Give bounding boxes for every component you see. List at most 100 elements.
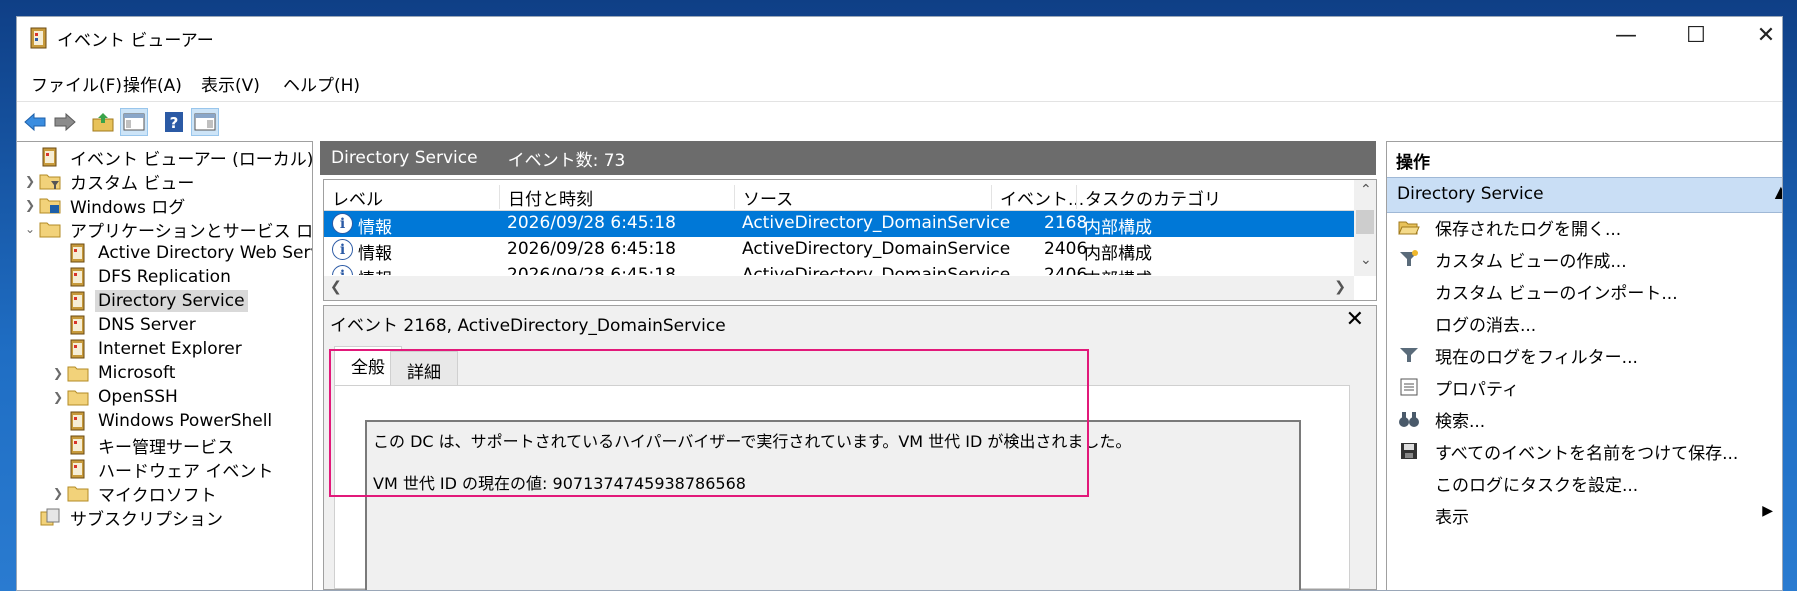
event-viewer-icon xyxy=(39,146,61,168)
tree-item-adws[interactable]: Active Directory Web Services xyxy=(49,240,312,266)
tree-item-windows-logs[interactable]: ❯ Windows ログ xyxy=(21,192,188,218)
folder-up-icon[interactable] xyxy=(89,108,117,136)
action-view-submenu[interactable]: 表示 ▶ xyxy=(1387,499,1782,531)
cell-category: 内部構成 xyxy=(1084,265,1152,275)
description-line: この DC は、サポートされているハイパーバイザーで実行されています。VM 世代… xyxy=(373,432,1132,451)
event-detail-pane: イベント 2168, ActiveDirectory_DomainService… xyxy=(323,305,1377,590)
help-icon[interactable]: ? xyxy=(160,108,188,136)
table-row[interactable]: i 情報 2026/09/28 6:45:18 ActiveDirectory_… xyxy=(324,211,1354,238)
tree-item-subscriptions[interactable]: サブスクリプション xyxy=(21,504,226,530)
column-source[interactable]: ソース xyxy=(734,185,793,210)
column-event-id[interactable]: イベント... xyxy=(991,185,1084,210)
tab-label: 詳細 xyxy=(407,363,441,383)
action-filter-current-log[interactable]: 現在のログをフィルター... xyxy=(1387,339,1782,371)
scroll-thumb[interactable] xyxy=(1356,210,1374,234)
action-save-all-events[interactable]: すべてのイベントを名前をつけて保存... xyxy=(1387,435,1782,467)
tree-item-openssh[interactable]: ❯ OpenSSH xyxy=(49,384,181,410)
tree-label: カスタム ビュー xyxy=(70,173,195,194)
column-datetime[interactable]: 日付と時刻 xyxy=(499,185,593,210)
expand-arrow-icon[interactable]: ❯ xyxy=(21,174,39,188)
action-find[interactable]: 検索... xyxy=(1387,403,1782,435)
cell-level: 情報 xyxy=(358,244,392,264)
expand-arrow-icon[interactable]: ❯ xyxy=(49,366,67,380)
tree-item-microsoft-jp[interactable]: ❯ マイクロソフト xyxy=(49,480,220,506)
event-viewer-icon xyxy=(29,27,49,49)
action-import-custom-view[interactable]: カスタム ビューのインポート... xyxy=(1387,275,1782,307)
maximize-button[interactable]: ☐ xyxy=(1661,17,1731,57)
log-header: Directory Service イベント数: 73 xyxy=(320,141,1376,175)
console-tree: イベント ビューアー (ローカル) ❯ カスタム ビュー ❯ Windows ロ… xyxy=(17,141,313,590)
minimize-button[interactable]: — xyxy=(1591,17,1661,57)
tree-label: Internet Explorer xyxy=(98,339,242,359)
close-icon[interactable]: ✕ xyxy=(1346,307,1364,332)
action-label: 現在のログをフィルター... xyxy=(1435,348,1638,368)
tab-details[interactable]: 詳細 xyxy=(390,351,458,385)
menu-bar: ファイル(F) 操作(A) 表示(V) ヘルプ(H) xyxy=(17,67,1782,99)
tree-item-internet-explorer[interactable]: Internet Explorer xyxy=(49,336,245,362)
actions-section-header[interactable]: Directory Service ▲ xyxy=(1387,177,1782,213)
tree-label: アプリケーションとサービス ログ xyxy=(70,221,313,242)
cell-level: 情報 xyxy=(358,218,392,238)
log-icon xyxy=(67,290,89,312)
tree-item-custom-views[interactable]: ❯ カスタム ビュー xyxy=(21,168,197,194)
vertical-scrollbar[interactable]: ⌃ ⌄ xyxy=(1354,180,1376,276)
menu-action[interactable]: 操作(A) xyxy=(123,71,182,96)
column-level[interactable]: レベル xyxy=(324,185,383,210)
cell-event-id: 2406 xyxy=(1044,265,1088,275)
tree-item-microsoft[interactable]: ❯ Microsoft xyxy=(49,360,178,386)
scroll-left-icon[interactable]: ❮ xyxy=(330,279,342,295)
event-description[interactable]: この DC は、サポートされているハイパーバイザーで実行されています。VM 世代… xyxy=(365,420,1301,590)
log-icon xyxy=(67,410,89,432)
action-create-custom-view[interactable]: カスタム ビューの作成... xyxy=(1387,243,1782,275)
scroll-up-icon[interactable]: ⌃ xyxy=(1360,182,1372,198)
tree-item-dfs-replication[interactable]: DFS Replication xyxy=(49,264,234,290)
title-bar[interactable]: イベント ビューアー — ☐ ✕ xyxy=(17,17,1782,57)
action-label: このログにタスクを設定... xyxy=(1435,476,1639,496)
menu-file[interactable]: ファイル(F) xyxy=(31,71,122,96)
cell-source: ActiveDirectory_DomainService xyxy=(742,213,1011,233)
collapse-triangle-icon[interactable]: ▲ xyxy=(1775,182,1782,201)
tree-label: キー管理サービス xyxy=(98,437,234,458)
action-label: すべてのイベントを名前をつけて保存... xyxy=(1435,444,1739,464)
scroll-right-icon[interactable]: ❯ xyxy=(1334,279,1346,295)
log-icon xyxy=(67,338,89,360)
menu-help[interactable]: ヘルプ(H) xyxy=(283,71,360,96)
folder-icon xyxy=(67,482,89,504)
cell-category: 内部構成 xyxy=(1084,218,1152,238)
menu-view[interactable]: 表示(V) xyxy=(201,71,260,96)
binoculars-icon xyxy=(1397,407,1421,431)
action-open-saved-log[interactable]: 保存されたログを開く... xyxy=(1387,211,1782,243)
tree-item-windows-powershell[interactable]: Windows PowerShell xyxy=(49,408,275,434)
action-label: プロパティ xyxy=(1435,380,1519,400)
tree-label: OpenSSH xyxy=(98,387,178,407)
forward-icon[interactable] xyxy=(51,108,79,136)
tree-item-dns-server[interactable]: DNS Server xyxy=(49,312,199,338)
collapse-arrow-icon[interactable]: ⌄ xyxy=(21,222,39,236)
back-icon[interactable] xyxy=(21,108,49,136)
tree-item-event-viewer-local[interactable]: イベント ビューアー (ローカル) xyxy=(21,144,312,170)
info-icon: i xyxy=(332,213,353,234)
tree-item-directory-service[interactable]: Directory Service xyxy=(49,288,248,314)
table-row[interactable]: i 情報 2026/09/28 6:45:18 ActiveDirectory_… xyxy=(324,263,1354,275)
tree-item-app-services-logs[interactable]: ⌄ アプリケーションとサービス ログ xyxy=(21,216,313,242)
log-name: Directory Service xyxy=(331,148,478,168)
tree-item-hardware-events[interactable]: ハードウェア イベント xyxy=(49,456,276,482)
action-properties[interactable]: プロパティ xyxy=(1387,371,1782,403)
expand-arrow-icon[interactable]: ❯ xyxy=(49,486,67,500)
action-clear-log[interactable]: ログの消去... xyxy=(1387,307,1782,339)
table-row[interactable]: i 情報 2026/09/28 6:45:18 ActiveDirectory_… xyxy=(324,237,1354,264)
info-icon: i xyxy=(332,265,353,275)
close-button[interactable]: ✕ xyxy=(1731,17,1782,57)
action-attach-task[interactable]: このログにタスクを設定... xyxy=(1387,467,1782,499)
expand-arrow-icon[interactable]: ❯ xyxy=(21,198,39,212)
show-hide-action-pane-icon[interactable] xyxy=(191,108,219,136)
column-task-category[interactable]: タスクのカテゴリ xyxy=(1076,185,1221,210)
horizontal-scrollbar[interactable]: ❮ ❯ xyxy=(324,276,1354,300)
event-grid: レベル 日付と時刻 ソース イベント... タスクのカテゴリ i 情報 2026… xyxy=(323,179,1377,301)
action-label: 表示 xyxy=(1435,508,1469,528)
cell-source: ActiveDirectory_DomainService xyxy=(742,239,1011,259)
scroll-down-icon[interactable]: ⌄ xyxy=(1360,252,1372,268)
expand-arrow-icon[interactable]: ❯ xyxy=(49,390,67,404)
tree-item-key-management[interactable]: キー管理サービス xyxy=(49,432,237,458)
show-hide-console-tree-icon[interactable] xyxy=(120,108,148,136)
